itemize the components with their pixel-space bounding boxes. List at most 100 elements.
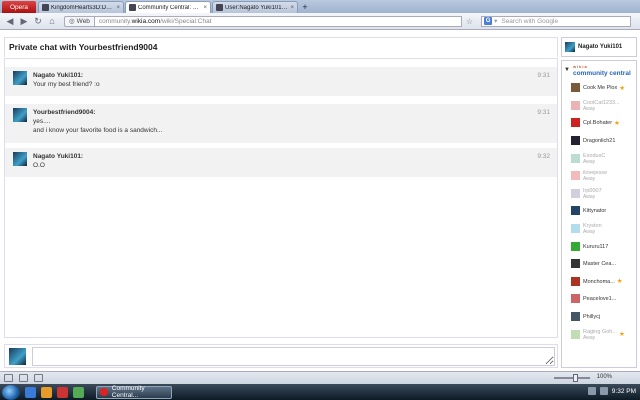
message-text: and i know your favorite food is a sandw…	[33, 127, 163, 134]
volume-icon[interactable]	[599, 387, 608, 395]
wiki-tag: wikia	[572, 64, 588, 69]
user-status: Away	[583, 105, 596, 112]
zoom-level[interactable]: 100%	[597, 374, 612, 380]
tab-favicon-icon	[216, 4, 223, 11]
user-name: Monchoma...	[583, 278, 615, 285]
user-avatar	[571, 312, 580, 322]
back-arrow-icon[interactable]: ◀	[4, 15, 16, 27]
user-list-item[interactable]: Cook Me Plox ★	[562, 79, 636, 97]
system-tray: 9:32 PM	[587, 387, 636, 395]
wiki-room-header[interactable]: ▼ wikia community central	[562, 61, 636, 79]
current-user[interactable]: Nagato Yuki101	[561, 37, 637, 57]
user-list-item[interactable]: Raging Goh... Away ★	[562, 325, 636, 343]
user-name: ExodusC	[583, 152, 606, 159]
tab-close-icon[interactable]: ×	[290, 5, 294, 11]
user-info: CoolCat1233... Away	[583, 99, 620, 112]
user-list-item[interactable]: Dragonlich21	[562, 132, 636, 150]
zoom-slider[interactable]	[554, 377, 590, 379]
user-list-item[interactable]: CoolCat1233... Away	[562, 97, 636, 115]
web-badge[interactable]: ◎ Web	[64, 15, 94, 27]
chat-message: Nagato Yuki101: O.O 9:32	[5, 148, 557, 177]
user-name: Cpl.Bohater	[583, 120, 613, 127]
chat-messages: Nagato Yuki101: Your my best friend? :o …	[4, 58, 558, 338]
new-tab-button[interactable]: +	[299, 2, 311, 13]
user-info: Cook Me Plox	[583, 84, 617, 91]
user-avatar	[571, 224, 580, 234]
user-list-item[interactable]: Kittynator	[562, 202, 636, 220]
message-time: 9:32	[537, 153, 550, 160]
user-list-item[interactable]: ilovejesse Away	[562, 167, 636, 185]
user-name: Kittynator	[583, 208, 607, 215]
user-name: Peacelove1...	[583, 296, 617, 303]
user-name: Master Cea...	[583, 261, 617, 268]
user-avatar	[571, 206, 580, 216]
ie-icon[interactable]	[25, 386, 36, 398]
browser-toolbar: ◀ ▶ ↻ ⌂ ◎ Web community.wikia.com/wiki/S…	[0, 13, 640, 30]
forward-arrow-icon[interactable]: ▶	[18, 15, 30, 27]
opera-icon[interactable]	[57, 386, 68, 398]
user-status: Away	[583, 334, 596, 341]
user-list-item[interactable]: Phillycj	[562, 308, 636, 326]
bookmark-star-icon[interactable]: ☆	[466, 17, 473, 26]
browser-tab-active[interactable]: Community Central: W... ×	[125, 1, 211, 13]
user-list-item[interactable]: Kururu117	[562, 237, 636, 255]
browser-tab[interactable]: KingdomHearts3D:DD... ×	[38, 1, 124, 13]
message-author[interactable]: Yourbestfriend9004:	[33, 104, 557, 116]
google-icon[interactable]: G	[484, 17, 493, 25]
wiki-name: community central	[572, 70, 631, 77]
user-list-item[interactable]: Peacelove1...	[562, 290, 636, 308]
address-bar[interactable]: community.wikia.com/wiki/Special:Chat	[93, 15, 462, 27]
home-icon[interactable]: ⌂	[46, 15, 58, 27]
folder-icon[interactable]	[41, 386, 52, 398]
user-list-item[interactable]: Master Cea...	[562, 255, 636, 273]
tab-label: KingdomHearts3D:DD...	[51, 4, 115, 11]
panel-toggle-icon[interactable]	[4, 374, 13, 382]
zoom-slider-handle[interactable]	[573, 374, 578, 382]
turbo-icon[interactable]	[19, 374, 28, 382]
user-list-item[interactable]: Kryston Away	[562, 220, 636, 238]
tab-label: User:Nagato Yuki101 - ...	[225, 4, 289, 11]
globe-icon: ◎	[69, 17, 75, 25]
chat-message: Yourbestfriend9004: yes.... and i know y…	[5, 104, 557, 143]
user-name: Irp0007	[583, 187, 602, 194]
tab-favicon-icon	[129, 4, 136, 11]
collapse-arrow-icon[interactable]: ▼	[564, 67, 570, 73]
avatar[interactable]	[13, 152, 27, 166]
avatar[interactable]	[13, 71, 27, 85]
message-author[interactable]: Nagato Yuki101:	[33, 67, 557, 79]
tab-close-icon[interactable]: ×	[203, 5, 207, 11]
avatar	[9, 348, 26, 365]
user-status: Away	[583, 158, 596, 165]
user-list-item[interactable]: Monchoma... ★	[562, 273, 636, 291]
unite-icon[interactable]	[34, 374, 43, 382]
user-avatar	[571, 188, 580, 198]
network-icon[interactable]	[587, 387, 596, 395]
opera-menu-button[interactable]: Opera	[2, 1, 36, 13]
user-status: Away	[583, 176, 596, 183]
user-name: Raging Goh...	[583, 328, 617, 335]
chat-message-input[interactable]	[32, 347, 555, 366]
reload-icon[interactable]: ↻	[32, 15, 44, 27]
start-button[interactable]	[2, 384, 20, 400]
user-list-item[interactable]: Cpl.Bohater ★	[562, 114, 636, 132]
user-avatar	[571, 100, 580, 110]
search-dropdown-icon[interactable]: ▾	[494, 17, 497, 25]
message-author[interactable]: Nagato Yuki101:	[33, 148, 557, 160]
chat-message: Nagato Yuki101: Your my best friend? :o …	[5, 67, 557, 96]
tab-label: Community Central: W...	[138, 4, 202, 11]
media-icon[interactable]	[73, 386, 84, 398]
staff-star-icon: ★	[616, 278, 623, 286]
user-info: Dragonlich21	[583, 137, 615, 144]
tab-close-icon[interactable]: ×	[116, 5, 120, 11]
web-badge-label: Web	[76, 17, 90, 25]
avatar[interactable]	[13, 108, 27, 122]
user-list-item[interactable]: ExodusC Away	[562, 149, 636, 167]
user-list-item[interactable]: Irp0007 Away	[562, 185, 636, 203]
avatar	[565, 42, 575, 52]
browser-tab[interactable]: User:Nagato Yuki101 - ... ×	[212, 1, 298, 13]
clock[interactable]: 9:32 PM	[612, 388, 636, 395]
user-name: Kururu117	[583, 243, 609, 250]
windows-taskbar: Community Central... 9:32 PM	[0, 384, 640, 400]
taskbar-window-button[interactable]: Community Central...	[96, 385, 172, 399]
search-box[interactable]: G ▾ Search with Google	[481, 15, 632, 27]
